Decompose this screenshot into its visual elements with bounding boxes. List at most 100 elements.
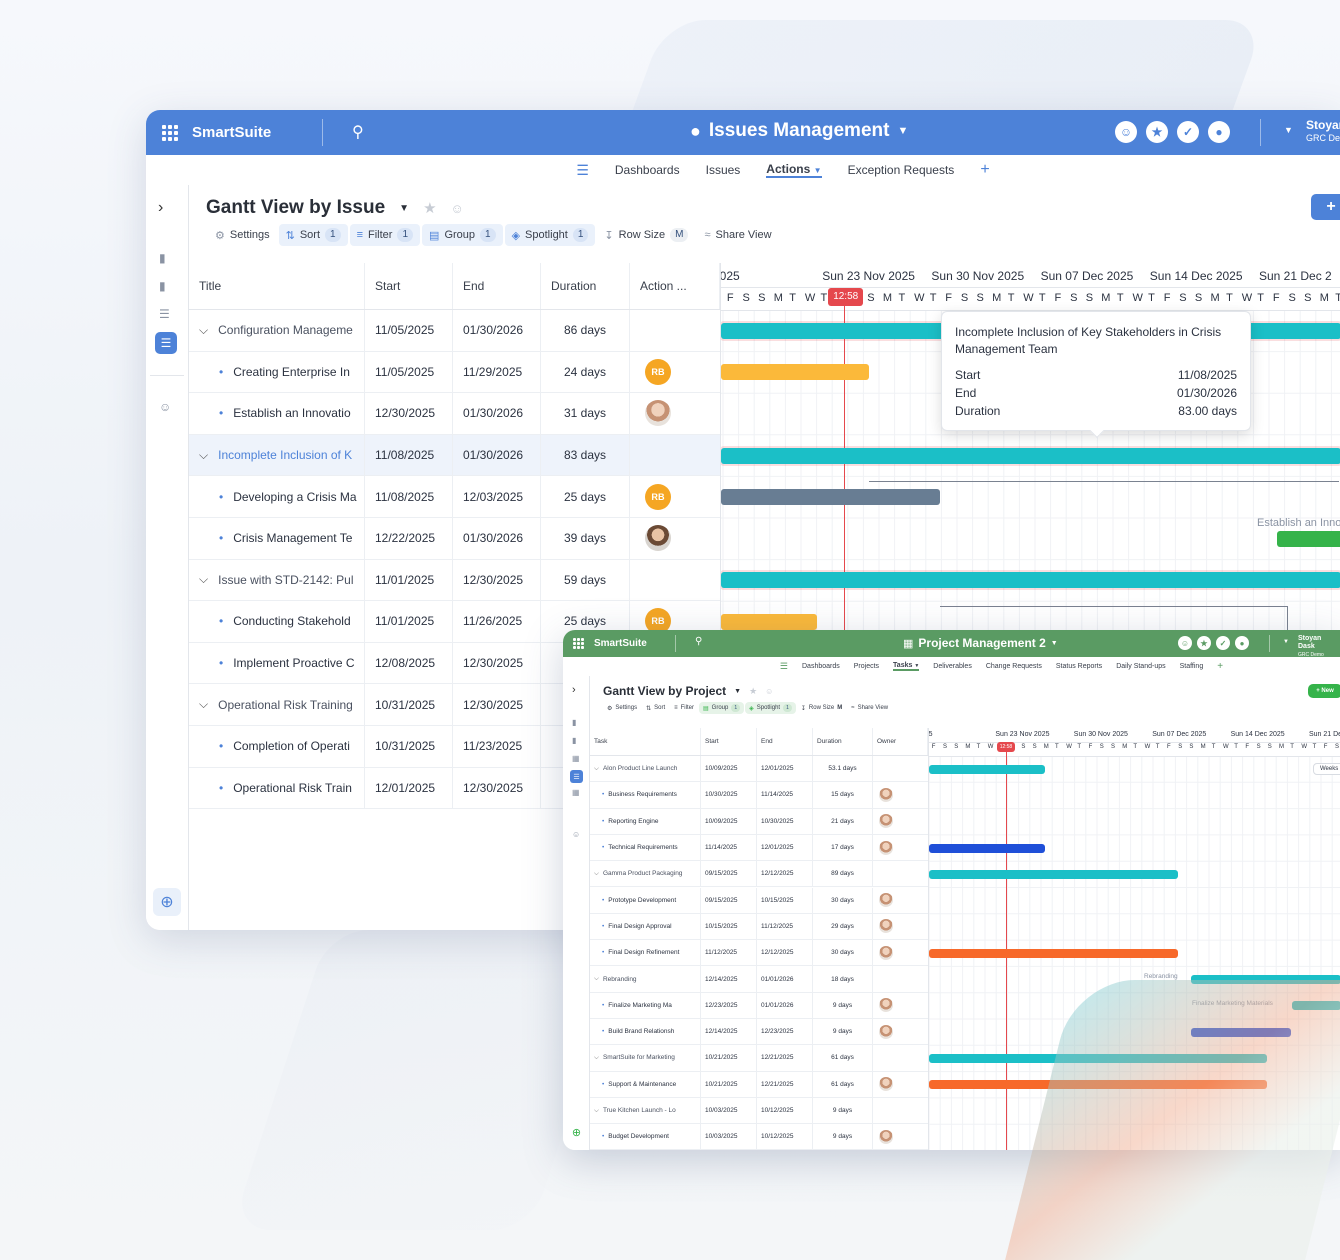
chevron-down-icon[interactable]: ▼ [897, 125, 908, 137]
user-circle-icon[interactable]: ☺ [159, 400, 171, 414]
collapse-chevron-icon[interactable]: ⌵ [199, 323, 208, 338]
owner-cell[interactable] [873, 782, 928, 807]
group-bar[interactable] [929, 869, 1178, 879]
group-row[interactable]: ⌵ Incomplete Inclusion of K 11/08/2025 01/3… [189, 434, 720, 477]
check-icon[interactable]: ✓ [1177, 121, 1199, 143]
avatar[interactable] [879, 919, 893, 934]
end-date-cell[interactable]: 11/29/2025 [453, 351, 541, 393]
start-date-cell[interactable]: 11/08/2025 [365, 476, 453, 517]
list-icon[interactable]: ☰ [159, 307, 170, 321]
tab-actions[interactable]: Actions ▼ [766, 162, 822, 178]
members-icon[interactable]: ☺ [1178, 636, 1192, 650]
owner-cell[interactable] [630, 518, 720, 559]
chevron-down-icon[interactable]: ▼ [1051, 640, 1058, 647]
table-row[interactable]: • Build Brand Relationsh 12/14/2025 12/23/2… [590, 1019, 928, 1046]
start-date-cell[interactable]: 11/01/2025 [365, 601, 453, 642]
column-header-end[interactable]: End [757, 728, 813, 755]
avatar[interactable] [645, 400, 671, 427]
owner-cell[interactable] [873, 940, 928, 965]
app-grid-icon[interactable] [162, 124, 178, 141]
group-button[interactable]: ▤ Group 1 [422, 224, 503, 246]
task-bar[interactable] [721, 614, 817, 630]
collapse-chevron-icon[interactable]: ⌵ [199, 697, 208, 712]
spotlight-button[interactable]: ◈ Spotlight 1 [504, 224, 596, 246]
title-cell[interactable]: ⌵ Issue with STD-2142: Pul [189, 559, 365, 601]
end-date-cell[interactable]: 12/03/2025 [453, 476, 541, 517]
title-cell[interactable]: • Developing a Crisis Ma [189, 476, 365, 517]
duration-cell[interactable]: 61 days [813, 1045, 873, 1071]
duration-cell[interactable]: 31 days [541, 393, 630, 434]
share-view-button[interactable]: ≈ Share View [697, 224, 778, 246]
task-bar[interactable] [721, 364, 869, 381]
sort-button[interactable]: ⇅ Sort [642, 702, 669, 714]
collapse-chevron-icon[interactable]: ⌵ [594, 975, 599, 983]
task-bar[interactable] [721, 489, 940, 506]
brand[interactable]: SmartSuite [162, 124, 271, 141]
chevron-down-icon[interactable]: ▼ [1284, 125, 1293, 135]
share-view-button[interactable]: ≈ Share View [847, 702, 892, 714]
gantt-view-icon[interactable]: ☰ [155, 332, 177, 354]
table-row[interactable]: • Business Requirements 10/30/2025 11/14/20… [590, 782, 928, 809]
owner-cell[interactable] [630, 560, 720, 601]
start-date-cell[interactable]: 10/03/2025 [701, 1097, 757, 1124]
collapse-chevron-icon[interactable]: ⌵ [199, 448, 208, 463]
end-date-cell[interactable]: 01/30/2026 [453, 310, 541, 351]
start-date-cell[interactable]: 10/09/2025 [701, 756, 757, 782]
table-row[interactable]: • Developing a Crisis Ma 11/08/2025 12/03/2… [189, 476, 720, 518]
tab-daily-standups[interactable]: Daily Stand-ups [1116, 663, 1165, 670]
start-date-cell[interactable]: 10/21/2025 [701, 1071, 757, 1097]
avatar[interactable] [879, 1129, 893, 1144]
column-header-start[interactable]: Start [365, 263, 453, 309]
start-date-cell[interactable]: 12/30/2025 [365, 393, 453, 434]
duration-cell[interactable]: 86 days [541, 310, 630, 351]
start-date-cell[interactable]: 09/15/2025 [701, 887, 757, 913]
title-cell[interactable]: • Conducting Stakehold [189, 601, 365, 642]
duration-cell[interactable]: 21 days [813, 808, 873, 834]
end-date-cell[interactable]: 01/30/2026 [453, 393, 541, 434]
collapse-chevron-icon[interactable]: ⌵ [594, 1107, 599, 1115]
start-date-cell[interactable]: 12/14/2025 [701, 1019, 757, 1045]
owner-cell[interactable] [873, 835, 928, 860]
end-date-cell[interactable]: 12/23/2025 [757, 1019, 813, 1045]
title-cell[interactable]: • Build Brand Relationsh [590, 1019, 701, 1045]
owner-cell[interactable] [873, 809, 928, 834]
avatar[interactable] [879, 893, 893, 908]
title-cell[interactable]: • Budget Development [590, 1124, 701, 1150]
end-date-cell[interactable]: 01/01/2026 [757, 966, 813, 992]
start-date-cell[interactable]: 11/14/2025 [701, 834, 757, 861]
start-date-cell[interactable]: 10/21/2025 [701, 1045, 757, 1071]
avatar-rb[interactable]: RB [645, 358, 671, 385]
duration-cell[interactable]: 59 days [541, 559, 630, 601]
group-row[interactable]: ⌵ Gamma Product Packaging 09/15/2025 12/12/… [590, 861, 928, 888]
avatar[interactable] [879, 787, 893, 802]
group-row[interactable]: ⌵ True Kitchen Launch - Lo 10/03/2025 10/12… [590, 1097, 928, 1125]
task-bar[interactable] [1277, 530, 1340, 547]
end-date-cell[interactable]: 12/01/2025 [757, 756, 813, 782]
avatar-rb[interactable]: RB [645, 483, 671, 510]
folder-icon[interactable]: ▮ [159, 279, 166, 293]
row-size-button[interactable]: ↧ Row Size M [597, 224, 695, 246]
user-circle-icon[interactable]: ☺ [572, 830, 580, 839]
column-header-action[interactable]: Action ... [630, 263, 720, 309]
owner-cell[interactable] [873, 888, 928, 913]
app-grid-icon[interactable] [573, 638, 584, 649]
star-icon[interactable]: ★ [423, 199, 436, 217]
start-date-cell[interactable]: 10/31/2025 [365, 684, 453, 725]
collapse-chevron-icon[interactable]: ⌵ [594, 1054, 599, 1062]
menu-hamburger-icon[interactable]: ☰ [780, 661, 788, 672]
duration-cell[interactable]: 30 days [813, 940, 873, 966]
owner-cell[interactable] [873, 756, 928, 781]
view-title[interactable]: Gantt View by Project [603, 684, 726, 698]
add-table-plus-icon[interactable]: + [1217, 661, 1223, 672]
new-record-button[interactable]: + [1311, 194, 1340, 220]
gantt-view-icon[interactable]: ☰ [570, 770, 583, 783]
end-date-cell[interactable]: 12/30/2025 [453, 642, 541, 684]
grid-icon[interactable]: ▦ [572, 754, 580, 763]
end-date-cell[interactable]: 01/01/2026 [757, 992, 813, 1018]
workspace-title[interactable]: ▦ Project Management 2 ▼ [903, 636, 1058, 650]
end-date-cell[interactable]: 10/15/2025 [757, 887, 813, 913]
favorites-star-icon[interactable]: ★ [1197, 636, 1211, 650]
owner-cell[interactable] [873, 861, 928, 886]
title-cell[interactable]: • Final Design Approval [590, 913, 701, 940]
group-bar[interactable] [721, 447, 1340, 464]
